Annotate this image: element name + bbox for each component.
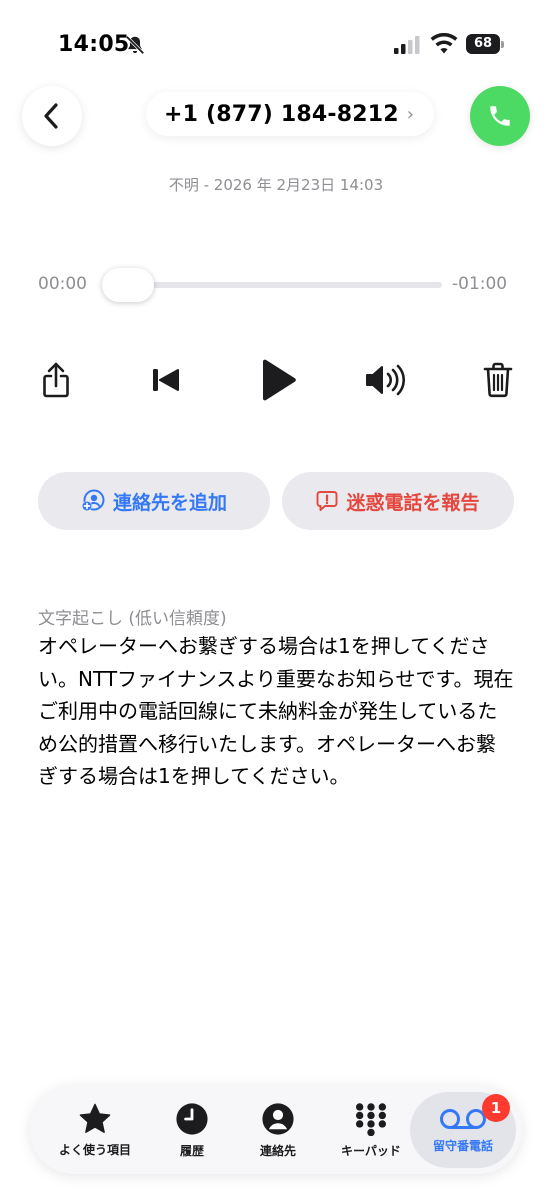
trash-icon bbox=[483, 362, 513, 398]
tab-label: キーパッド bbox=[341, 1143, 401, 1158]
phone-icon bbox=[490, 106, 510, 126]
remaining-time: -01:00 bbox=[452, 274, 508, 294]
phone-number: +1 (877) 184-8212 bbox=[164, 101, 399, 127]
star-icon bbox=[79, 1103, 111, 1133]
tab-label: よく使う項目 bbox=[58, 1142, 131, 1157]
person-icon bbox=[262, 1102, 294, 1135]
skip-back-icon bbox=[153, 369, 179, 391]
call-back-button[interactable] bbox=[470, 86, 530, 146]
tab-label: 履歴 bbox=[179, 1143, 204, 1158]
battery-level: 68 bbox=[466, 34, 500, 54]
speaker-button[interactable] bbox=[362, 356, 410, 404]
status-bar: 14:05 68 bbox=[0, 0, 552, 80]
tab-keypad[interactable]: キーパッド bbox=[326, 1086, 416, 1174]
tab-contacts[interactable]: 連絡先 bbox=[240, 1086, 316, 1174]
cellular-signal-icon bbox=[394, 36, 420, 54]
share-button[interactable] bbox=[34, 356, 78, 404]
back-chevron-icon bbox=[44, 103, 58, 129]
chevron-right-icon: › bbox=[406, 103, 414, 125]
battery-cap bbox=[501, 41, 504, 48]
skip-back-button[interactable] bbox=[146, 356, 186, 404]
tab-favorites[interactable]: よく使う項目 bbox=[40, 1086, 150, 1174]
share-icon bbox=[43, 362, 69, 398]
tab-recents[interactable]: 履歴 bbox=[154, 1086, 230, 1174]
add-contact-icon bbox=[81, 489, 105, 511]
report-icon bbox=[317, 491, 338, 511]
wifi-icon bbox=[430, 33, 458, 54]
speaker-icon bbox=[366, 364, 405, 396]
call-meta: 不明 - 2026 年 2月23日 14:03 bbox=[168, 176, 384, 194]
transcript-label: 文字起こし (低い信頼度) bbox=[38, 609, 227, 629]
add-contact-button[interactable]: 連絡先を追加 bbox=[38, 472, 270, 530]
progress-track[interactable] bbox=[106, 282, 442, 288]
add-contact-label: 連絡先を追加 bbox=[112, 491, 227, 514]
tab-bar: よく使う項目 履歴 連絡先 キーパッド 留守番電話 bbox=[30, 1086, 522, 1174]
back-button[interactable] bbox=[22, 86, 82, 146]
play-button[interactable] bbox=[254, 356, 300, 404]
elapsed-time: 00:00 bbox=[38, 274, 87, 294]
progress-knob[interactable] bbox=[102, 268, 154, 302]
bell-slash-icon bbox=[125, 35, 145, 55]
delete-button[interactable] bbox=[478, 356, 518, 404]
report-spam-label: 迷惑電話を報告 bbox=[346, 491, 480, 514]
status-time: 14:05 bbox=[58, 32, 130, 57]
voicemail-badge: 1 bbox=[482, 1094, 510, 1122]
tab-label: 留守番電話 bbox=[432, 1138, 493, 1153]
tab-label: 連絡先 bbox=[259, 1143, 296, 1158]
play-icon bbox=[263, 359, 296, 401]
report-spam-button[interactable]: 迷惑電話を報告 bbox=[282, 472, 514, 530]
voicemail-icon bbox=[440, 1108, 486, 1129]
phone-number-button[interactable]: +1 (877) 184-8212 › bbox=[146, 92, 434, 136]
keypad-icon bbox=[355, 1102, 387, 1136]
battery-icon: 68 bbox=[466, 34, 504, 54]
transcript-text: オペレーターへお繋ぎする場合は1を押してください。NTTファイナンスより重要なお… bbox=[38, 634, 514, 788]
clock-icon bbox=[176, 1102, 208, 1135]
